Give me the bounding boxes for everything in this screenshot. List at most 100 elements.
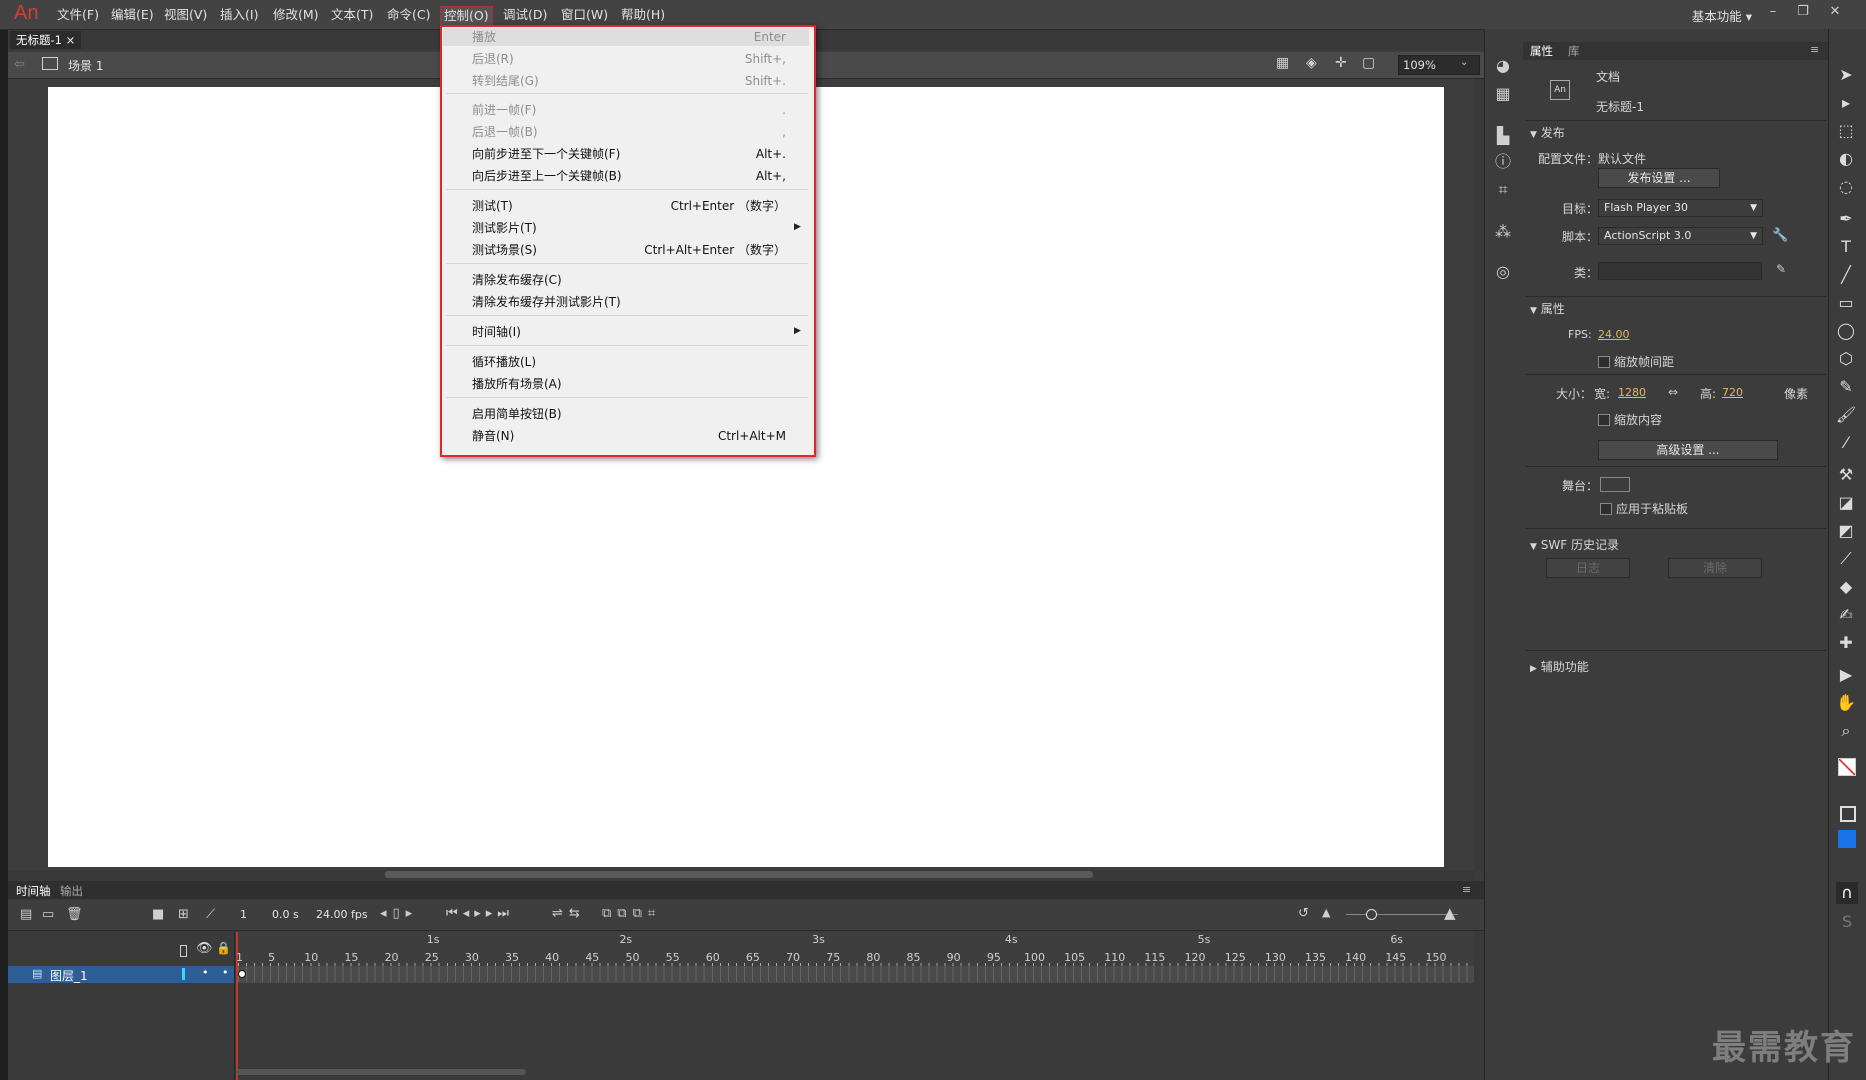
new-folder-icon[interactable]: ▭ <box>42 907 54 922</box>
eraser-icon[interactable]: ◆ <box>1834 576 1858 598</box>
eye-icon[interactable]: 👁 <box>196 941 213 956</box>
subselection-tool-icon[interactable]: ▸ <box>1834 92 1858 114</box>
menu-item-15[interactable]: 启用简单按钮(B) <box>472 405 562 423</box>
menu-control[interactable]: 控制(O) <box>440 6 493 26</box>
zoom-out-icon[interactable]: ▲ <box>1322 906 1330 919</box>
camera-icon[interactable]: ■ <box>152 907 164 922</box>
smooth-icon[interactable]: S <box>1842 912 1852 931</box>
pen-tool-icon[interactable]: ✒ <box>1834 208 1858 230</box>
zoom-tool-icon[interactable]: ⌕ <box>1834 720 1858 742</box>
publish-settings-button[interactable]: 发布设置 ... <box>1598 168 1720 188</box>
timeline-zoom-slider[interactable] <box>1346 914 1458 915</box>
menu-modify[interactable]: 修改(M) <box>270 6 322 24</box>
menu-help[interactable]: 帮助(H) <box>618 6 668 24</box>
timeline-scrollbar[interactable] <box>236 1069 526 1075</box>
width-value[interactable]: 1280 <box>1618 386 1646 399</box>
zoom-in-icon[interactable]: ▲ <box>1444 904 1456 922</box>
cc-libraries-icon[interactable]: ◎ <box>1493 262 1513 282</box>
class-input[interactable] <box>1598 262 1762 280</box>
paint-bucket-icon[interactable]: ◪ <box>1834 492 1858 514</box>
timeline-zoom-thumb[interactable] <box>1366 909 1377 920</box>
keyframe[interactable] <box>238 970 246 978</box>
menu-item-12[interactable]: 时间轴(I) <box>472 323 521 341</box>
tab-output[interactable]: 输出 <box>60 883 83 899</box>
menu-item-4[interactable]: 后退一帧(B) <box>472 123 538 141</box>
tab-properties[interactable]: 属性 <box>1530 43 1553 59</box>
rectangle-tool-icon[interactable]: ▭ <box>1834 292 1858 314</box>
minimize-icon[interactable]: – <box>1760 3 1786 21</box>
chevron-down-icon[interactable]: ⌄ <box>1460 57 1468 68</box>
menu-item-0[interactable]: 播放 <box>472 28 496 46</box>
swf-history-section[interactable]: ▼ SWF 历史记录 <box>1530 536 1619 553</box>
swatches-icon[interactable]: ▦ <box>1493 84 1513 104</box>
undo-icon[interactable]: ↺ <box>1298 906 1309 921</box>
symbol-icon[interactable]: ◈ <box>1306 55 1317 71</box>
menu-debug[interactable]: 调试(D) <box>500 6 550 24</box>
center-stage-icon[interactable]: ✛ <box>1335 55 1347 71</box>
playback-controls[interactable]: ◂▯▸ <box>380 906 418 921</box>
menu-text[interactable]: 文本(T) <box>328 6 376 24</box>
pencil-tool-icon[interactable]: ✎ <box>1834 376 1858 398</box>
menu-item-3[interactable]: 前进一帧(F) <box>472 101 536 119</box>
onion-skin-icon[interactable]: ⧉⧉⧉⌗ <box>602 906 661 921</box>
horizontal-scroll-thumb[interactable] <box>385 871 1093 878</box>
transport-controls[interactable]: ⏮◂▸▸⏭ <box>446 906 514 921</box>
align-icon[interactable]: ▙ <box>1493 126 1513 146</box>
close-icon[interactable]: ✕ <box>1822 3 1848 21</box>
menu-edit[interactable]: 编辑(E) <box>108 6 157 24</box>
clear-button[interactable]: 清除 <box>1668 558 1762 578</box>
height-value[interactable]: 720 <box>1722 386 1743 399</box>
scene-name[interactable]: 场景 1 <box>68 57 103 74</box>
panel-menu-icon[interactable]: ≡ <box>1462 883 1471 896</box>
publish-section[interactable]: ▼ 发布 <box>1530 124 1565 141</box>
stroke-color-swatch[interactable] <box>1838 758 1856 776</box>
selection-tool-icon[interactable]: ➤ <box>1834 64 1858 86</box>
3d-rotation-icon[interactable]: ◐ <box>1834 148 1858 170</box>
menu-item-13[interactable]: 循环播放(L) <box>472 353 536 371</box>
parent-view-icon[interactable]: ⊞ <box>178 907 189 922</box>
hand-tool-icon[interactable]: ✋ <box>1834 692 1858 714</box>
menu-item-1[interactable]: 后退(R) <box>472 50 514 68</box>
document-tab[interactable]: 无标题-1 × <box>10 31 82 49</box>
eyedropper-icon[interactable]: ⟋ <box>1834 548 1858 570</box>
lasso-icon[interactable]: ◌ <box>1834 176 1858 198</box>
menu-window[interactable]: 窗口(W) <box>558 6 611 24</box>
object-drawing-icon[interactable] <box>1840 806 1856 822</box>
loop-icon[interactable]: ⇌⇆ <box>552 906 586 921</box>
fps-value[interactable]: 24.00 <box>1598 328 1630 341</box>
polystar-tool-icon[interactable]: ⬡ <box>1834 348 1858 370</box>
asset-warp-icon[interactable]: ✚ <box>1834 632 1858 654</box>
wrench-icon[interactable]: 🔧 <box>1772 228 1788 243</box>
menu-item-7[interactable]: 测试(T) <box>472 197 513 215</box>
frame-rate[interactable]: 24.00 fps <box>316 908 368 921</box>
timeline-ruler[interactable] <box>236 932 1474 966</box>
advanced-settings-button[interactable]: 高级设置 ... <box>1598 440 1778 460</box>
back-arrow-icon[interactable]: ⇦ <box>14 57 25 72</box>
scale-content-checkbox[interactable] <box>1598 414 1610 426</box>
menu-commands[interactable]: 命令(C) <box>384 6 433 24</box>
snap-magnet-icon[interactable]: ∩ <box>1836 882 1858 904</box>
scale-spans-checkbox[interactable] <box>1598 356 1610 368</box>
menu-item-16[interactable]: 静音(N) <box>472 427 514 445</box>
new-layer-icon[interactable]: ▤ <box>20 907 32 922</box>
oval-tool-icon[interactable]: ◯ <box>1834 320 1858 342</box>
paint-brush-icon[interactable]: 🖌 <box>1834 404 1858 426</box>
layer-color-swatch[interactable] <box>182 968 185 980</box>
free-transform-icon[interactable]: ⬚ <box>1834 120 1858 142</box>
accessibility-section[interactable]: ▶ 辅助功能 <box>1530 658 1589 675</box>
menu-item-9[interactable]: 测试场景(S) <box>472 241 537 259</box>
script-select[interactable]: ActionScript 3.0 ▼ <box>1598 227 1763 245</box>
bone-tool-icon[interactable]: ⚒ <box>1834 464 1858 486</box>
color-icon[interactable]: ◕ <box>1493 56 1513 76</box>
lock-icon[interactable]: 🔒 <box>216 941 231 955</box>
outline-icon[interactable] <box>180 945 187 957</box>
edit-class-icon[interactable]: ✎ <box>1776 262 1786 276</box>
ink-bottle-icon[interactable]: ◩ <box>1834 520 1858 542</box>
link-icon[interactable]: ⇔ <box>1668 385 1678 399</box>
vertical-scrollbar[interactable] <box>1474 79 1484 871</box>
menu-item-10[interactable]: 清除发布缓存(C) <box>472 271 562 289</box>
frame-cells[interactable] <box>238 967 1474 982</box>
properties-section[interactable]: ▼ 属性 <box>1530 300 1565 317</box>
menu-item-11[interactable]: 清除发布缓存并测试影片(T) <box>472 293 621 311</box>
text-tool-icon[interactable]: T <box>1834 236 1858 258</box>
